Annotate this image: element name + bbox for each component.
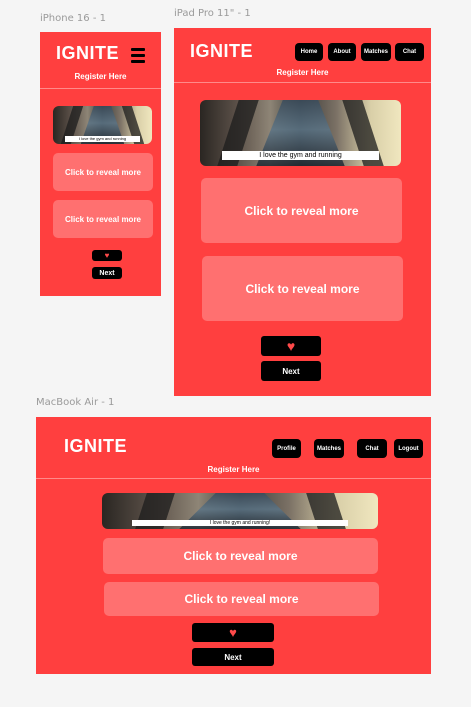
hero-image: I love the gym and running <box>53 106 152 144</box>
logo: IGNITE <box>56 43 120 63</box>
header-divider <box>36 478 431 479</box>
like-button[interactable]: ♥ <box>92 250 122 261</box>
phone-frame-label: iPhone 16 - 1 <box>40 13 106 24</box>
hero-image: I love the gym and running! <box>102 493 378 529</box>
nav-home[interactable]: Home <box>295 43 323 61</box>
nav-chat[interactable]: Chat <box>395 43 424 61</box>
hero-caption: I love the gym and running! <box>132 520 348 526</box>
like-button[interactable]: ♥ <box>192 623 274 642</box>
heart-icon: ♥ <box>286 338 296 354</box>
reveal-card-1[interactable]: Click to reveal more <box>53 153 153 191</box>
register-link[interactable]: Register Here <box>174 68 431 77</box>
reveal-card-2[interactable]: Click to reveal more <box>202 256 403 321</box>
hero-caption: I love the gym and running <box>222 151 379 160</box>
reveal-card-2[interactable]: Click to reveal more <box>53 200 153 238</box>
ipad-frame: IGNITE Home About Matches Chat Register … <box>174 28 431 396</box>
nav-profile[interactable]: Profile <box>272 439 301 458</box>
next-button[interactable]: Next <box>261 361 321 381</box>
hero-caption: I love the gym and running <box>65 136 140 142</box>
heart-icon: ♥ <box>104 250 110 260</box>
nav-matches[interactable]: Matches <box>361 43 391 61</box>
ipad-frame-label: iPad Pro 11" - 1 <box>174 8 251 19</box>
register-link[interactable]: Register Here <box>36 465 431 474</box>
phone-frame: IGNITE Register Here I love the gym and … <box>40 32 161 296</box>
macbook-frame-label: MacBook Air - 1 <box>36 397 115 408</box>
macbook-frame: IGNITE Profile Matches Chat Logout Regis… <box>36 417 431 674</box>
logo: IGNITE <box>190 41 254 61</box>
nav-logout[interactable]: Logout <box>394 439 423 458</box>
logo: IGNITE <box>64 436 128 456</box>
hero-image: I love the gym and running <box>200 100 401 166</box>
hamburger-menu-icon[interactable] <box>131 48 145 66</box>
next-button[interactable]: Next <box>192 648 274 666</box>
header-divider <box>174 82 431 83</box>
heart-icon: ♥ <box>229 625 237 640</box>
reveal-card-2[interactable]: Click to reveal more <box>104 582 379 616</box>
reveal-card-1[interactable]: Click to reveal more <box>103 538 378 574</box>
like-button[interactable]: ♥ <box>261 336 321 356</box>
reveal-card-1[interactable]: Click to reveal more <box>201 178 402 243</box>
nav-matches[interactable]: Matches <box>314 439 344 458</box>
header-divider <box>40 88 161 89</box>
nav-chat[interactable]: Chat <box>357 439 387 458</box>
next-button[interactable]: Next <box>92 267 122 279</box>
register-link[interactable]: Register Here <box>40 72 161 81</box>
nav-about[interactable]: About <box>328 43 356 61</box>
